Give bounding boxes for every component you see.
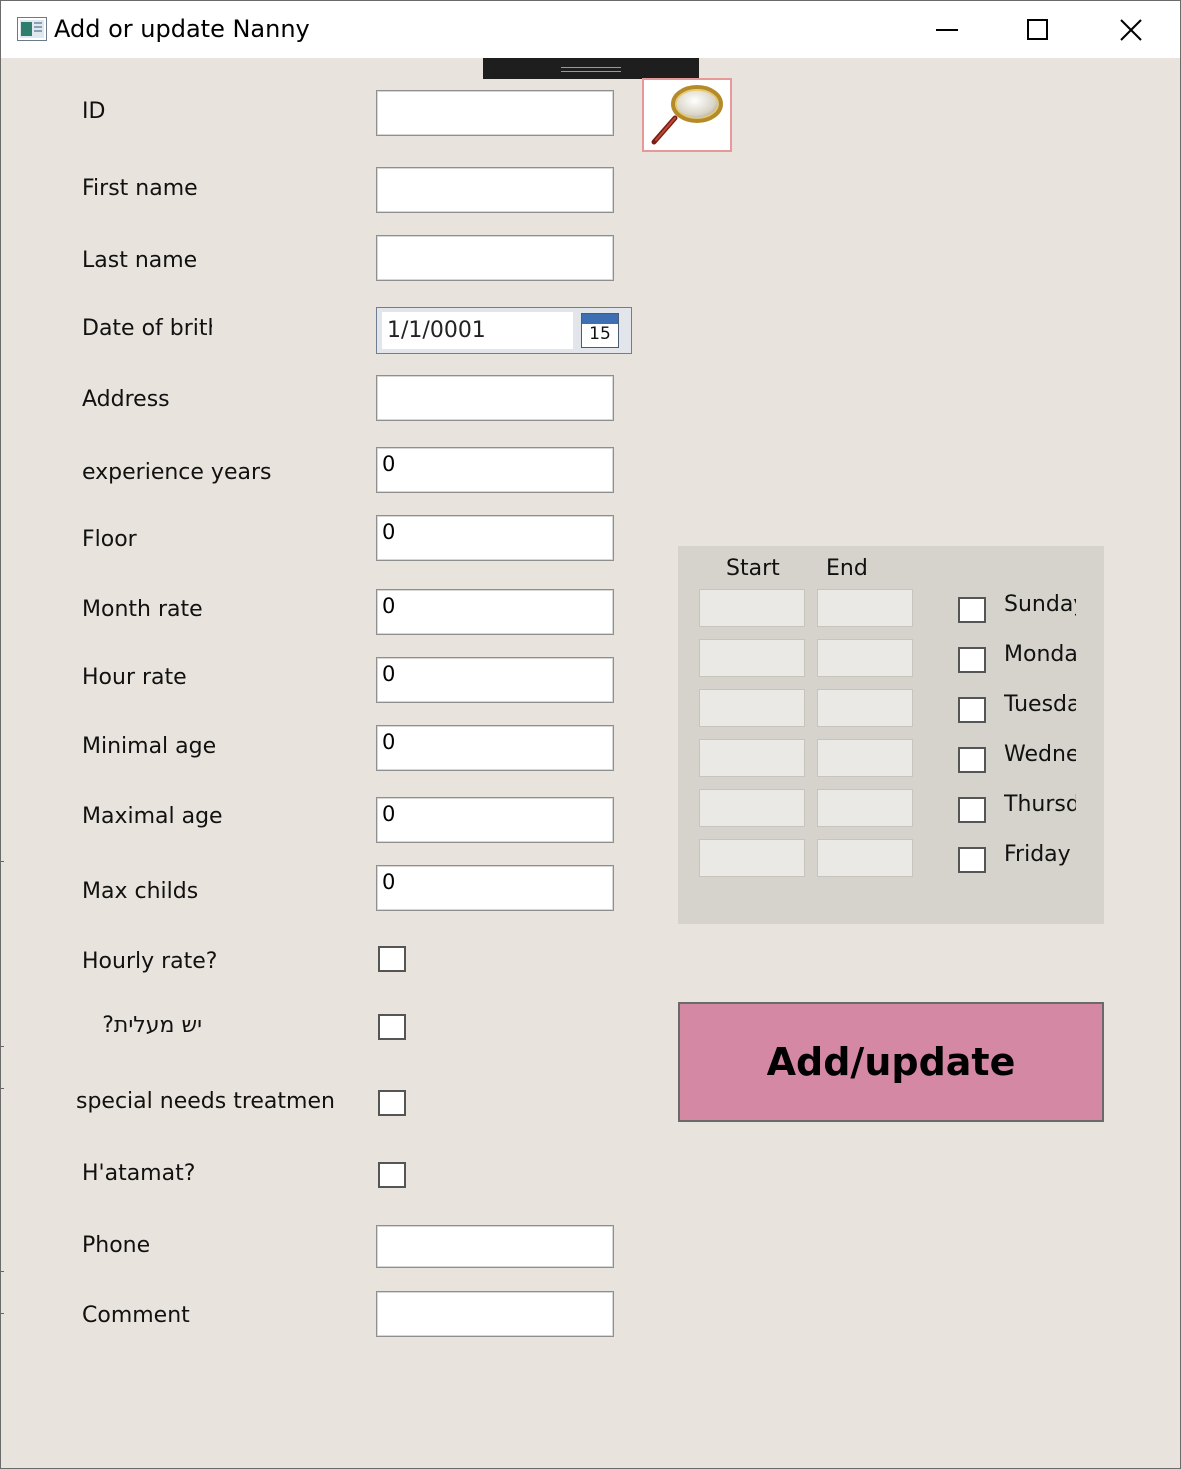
app-window-icon <box>17 17 47 41</box>
max-childs-input[interactable]: 0 <box>376 865 614 911</box>
day-checkbox-monday[interactable] <box>958 647 986 673</box>
hatamat-label: H'atamat? <box>82 1161 196 1186</box>
end-header: End <box>826 556 868 581</box>
minimize-button[interactable] <box>901 1 993 58</box>
title-bar: Add or update Nanny <box>1 1 1180 58</box>
minimal-age-input[interactable]: 0 <box>376 725 614 771</box>
hour-rate-input[interactable]: 0 <box>376 657 614 703</box>
comment-input[interactable] <box>376 1291 614 1337</box>
day-checkbox-wednesday[interactable] <box>958 747 986 773</box>
toolbar-grip[interactable] <box>483 58 699 79</box>
phone-label: Phone <box>82 1233 151 1258</box>
edge-mark <box>1 1313 4 1314</box>
month-rate-label: Month rate <box>82 597 203 622</box>
day-label-tuesday: Tuesday <box>1004 692 1076 717</box>
hourly-rate-label: Hourly rate? <box>82 949 218 974</box>
search-button[interactable] <box>642 78 732 152</box>
start-time-input[interactable] <box>699 589 805 627</box>
experience-years-label: experience years <box>82 460 272 485</box>
comment-label: Comment <box>82 1303 190 1328</box>
magnifier-icon <box>651 85 723 145</box>
start-time-input[interactable] <box>699 689 805 727</box>
schedule-panel: Start End Sunday Monday Tuesday Wednesda… <box>678 546 1104 924</box>
address-label: Address <box>82 387 170 412</box>
last-name-input[interactable] <box>376 235 614 281</box>
first-name-input[interactable] <box>376 167 614 213</box>
day-checkbox-tuesday[interactable] <box>958 697 986 723</box>
end-time-input[interactable] <box>817 739 913 777</box>
calendar-day-number: 15 <box>589 324 611 344</box>
edge-mark <box>1 861 4 862</box>
minimize-icon <box>936 28 958 31</box>
id-input[interactable] <box>376 90 614 136</box>
day-label-sunday: Sunday <box>1004 592 1076 617</box>
day-label-wednesday: Wednesday <box>1004 742 1076 767</box>
day-checkbox-thursday[interactable] <box>958 797 986 823</box>
minimal-age-label: Minimal age <box>82 734 217 759</box>
day-label-monday: Monday <box>1004 642 1076 667</box>
end-time-input[interactable] <box>817 639 913 677</box>
window-title: Add or update Nanny <box>54 15 310 43</box>
end-time-input[interactable] <box>817 789 913 827</box>
grip-line <box>561 71 621 72</box>
floor-label: Floor <box>82 527 137 552</box>
end-time-input[interactable] <box>817 589 913 627</box>
edge-mark <box>1 1271 4 1272</box>
last-name-label: Last name <box>82 248 198 273</box>
add-update-nanny-window: Add or update Nanny ID First name Last n… <box>0 0 1181 1469</box>
maximize-icon <box>1027 18 1048 40</box>
day-label-friday: Friday <box>1004 842 1071 867</box>
floor-input[interactable]: 0 <box>376 515 614 561</box>
calendar-icon[interactable]: 15 <box>581 313 619 348</box>
experience-years-input[interactable]: 0 <box>376 447 614 493</box>
maximal-age-label: Maximal age <box>82 804 223 829</box>
end-time-input[interactable] <box>817 839 913 877</box>
start-time-input[interactable] <box>699 789 805 827</box>
hour-rate-label: Hour rate <box>82 665 187 690</box>
calendar-header <box>582 314 618 324</box>
address-input[interactable] <box>376 375 614 421</box>
close-button[interactable] <box>1085 1 1177 58</box>
month-rate-input[interactable]: 0 <box>376 589 614 635</box>
day-label-thursday: Thursday <box>1004 792 1076 817</box>
elevator-checkbox[interactable] <box>378 1014 406 1040</box>
day-checkbox-sunday[interactable] <box>958 597 986 623</box>
add-update-button[interactable]: Add/update <box>678 1002 1104 1122</box>
date-of-birth-picker[interactable]: 1/1/0001 15 <box>376 307 632 354</box>
start-time-input[interactable] <box>699 839 805 877</box>
hourly-rate-checkbox[interactable] <box>378 946 406 972</box>
start-time-input[interactable] <box>699 739 805 777</box>
edge-mark <box>1 1088 4 1089</box>
phone-input[interactable] <box>376 1225 614 1268</box>
special-needs-label: special needs treatment? <box>76 1089 335 1114</box>
elevator-label: יש מעלית? <box>102 1013 202 1038</box>
id-label: ID <box>82 99 106 124</box>
maximize-button[interactable] <box>992 1 1084 58</box>
day-checkbox-friday[interactable] <box>958 847 986 873</box>
start-time-input[interactable] <box>699 639 805 677</box>
special-needs-checkbox[interactable] <box>378 1090 406 1116</box>
maximal-age-input[interactable]: 0 <box>376 797 614 843</box>
grip-line <box>561 67 621 68</box>
date-of-birth-label: Date of brith <box>82 316 212 341</box>
close-icon <box>1120 18 1142 41</box>
max-childs-label: Max childs <box>82 879 199 904</box>
end-time-input[interactable] <box>817 689 913 727</box>
first-name-label: First name <box>82 176 198 201</box>
edge-mark <box>1 1046 4 1047</box>
start-header: Start <box>726 556 780 581</box>
date-of-birth-input[interactable]: 1/1/0001 <box>382 312 573 349</box>
hatamat-checkbox[interactable] <box>378 1162 406 1188</box>
